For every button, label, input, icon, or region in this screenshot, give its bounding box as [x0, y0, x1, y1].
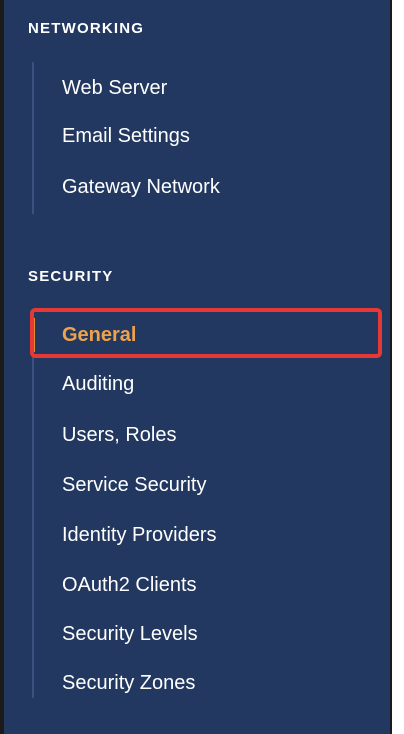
sidebar-item-general[interactable]: General [32, 312, 378, 358]
sidebar-item-web-server[interactable]: Web Server [32, 65, 378, 111]
sidebar-item-email-settings[interactable]: Email Settings [32, 113, 378, 159]
sidebar-item-users-roles[interactable]: Users, Roles [32, 412, 378, 458]
active-indicator [32, 318, 35, 352]
right-border [390, 0, 392, 734]
sidebar-item-identity-providers[interactable]: Identity Providers [32, 512, 378, 558]
sidebar-item-security-zones[interactable]: Security Zones [32, 660, 378, 706]
sidebar-item-service-security[interactable]: Service Security [32, 462, 378, 508]
sidebar-item-auditing[interactable]: Auditing [32, 361, 378, 407]
sidebar: NETWORKING Web Server Email Settings Gat… [0, 0, 390, 734]
sidebar-item-oauth2-clients[interactable]: OAuth2 Clients [32, 562, 378, 608]
sidebar-item-label: General [62, 323, 137, 346]
section-title-networking: NETWORKING [28, 20, 145, 37]
sidebar-item-security-levels[interactable]: Security Levels [32, 611, 378, 657]
sidebar-item-gateway-network[interactable]: Gateway Network [32, 164, 378, 210]
section-title-security: SECURITY [28, 268, 114, 285]
